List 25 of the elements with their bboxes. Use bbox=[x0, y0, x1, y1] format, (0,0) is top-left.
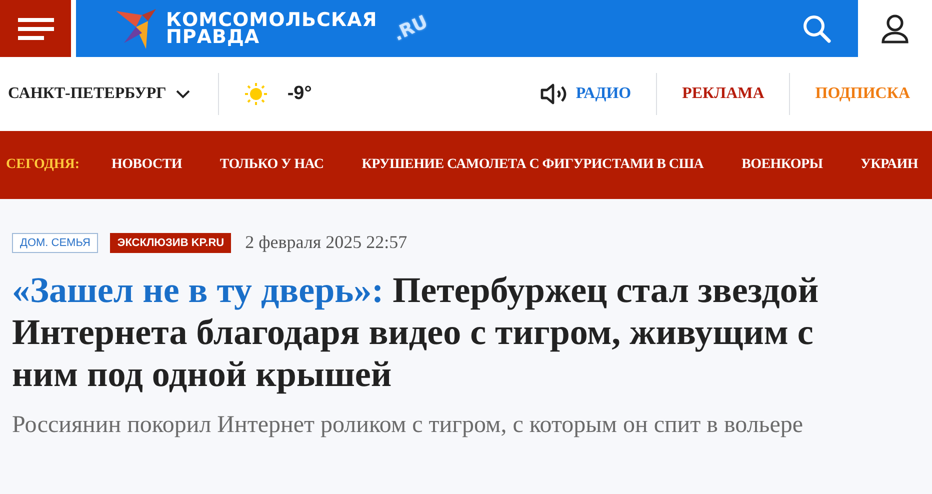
nav-link[interactable]: НОВОСТИ bbox=[112, 157, 182, 173]
chevron-icon bbox=[176, 90, 190, 98]
nav-link[interactable]: ТОЛЬКО У НАС bbox=[220, 157, 324, 173]
search-icon bbox=[802, 14, 832, 44]
nav-link[interactable]: УКРАИН bbox=[860, 157, 918, 173]
top-link[interactable]: РАДИО bbox=[514, 83, 656, 105]
temperature: -9° bbox=[287, 83, 312, 105]
headline: «Зашел не в ту дверь»: Петербуржец стал звездой Интернета благодаря видео с тигром, живущим с ним под одной крышей bbox=[12, 269, 820, 395]
menu-button[interactable] bbox=[0, 0, 71, 57]
user-icon bbox=[881, 14, 909, 44]
today-label: СЕГОДНЯ: bbox=[6, 157, 80, 173]
nav-link[interactable]: ВОЕНКОРЫ bbox=[742, 157, 823, 173]
search-button[interactable] bbox=[802, 14, 832, 44]
city-selector[interactable]: САНКТ-ПЕТЕРБУРГ bbox=[8, 85, 190, 103]
bird-icon bbox=[116, 8, 158, 48]
top-link[interactable]: РЕКЛАМА bbox=[657, 85, 790, 103]
lede: Россиянин покорил Интернет роликом с тигром, с которым он спит в вольере bbox=[12, 411, 804, 440]
publish-date: 2 февраля 2025 22:57 bbox=[245, 232, 408, 253]
menu-icon bbox=[18, 18, 54, 40]
sun-icon bbox=[245, 83, 268, 105]
logo[interactable]: КОМСОМОЛЬСКАЯ ПРАВДА bbox=[166, 12, 378, 46]
domain-label: .RU bbox=[390, 12, 432, 46]
nav-link[interactable]: КРУШЕНИЕ САМОЛЕТА С ФИГУРИСТАМИ В США bbox=[362, 157, 704, 173]
exclusive-tag: ЭКСКЛЮЗИВ KP.RU bbox=[110, 232, 232, 252]
rubric-tag[interactable]: ДОМ. СЕМЬЯ bbox=[12, 232, 98, 252]
